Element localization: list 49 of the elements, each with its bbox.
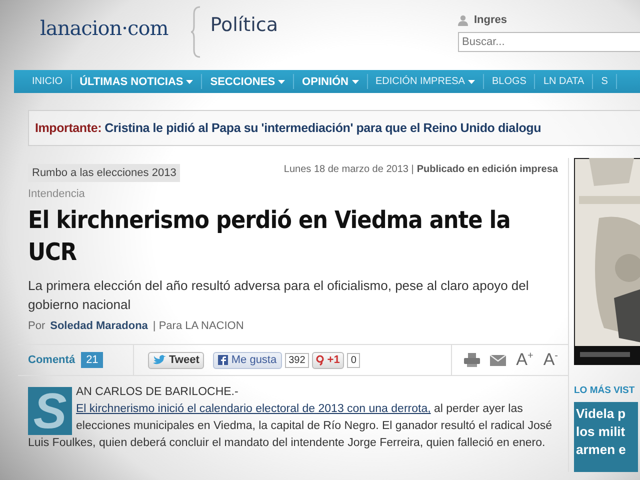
alert-label: Importante: — [35, 121, 102, 135]
comment-link[interactable]: Comentá — [28, 354, 76, 366]
nav-item[interactable]: S — [593, 74, 617, 89]
top-story-card[interactable]: Videla p los milit armen e — [574, 402, 638, 472]
author-link[interactable]: Soledad Maradona — [50, 320, 148, 332]
kicker: Intendencia — [27, 187, 86, 200]
byline-prefix: Por — [28, 320, 46, 332]
byline-source: | Para LA NACION — [152, 320, 244, 332]
bird-icon — [153, 355, 166, 365]
plus-one-button[interactable]: +1 — [312, 352, 344, 368]
mail-icon[interactable] — [490, 354, 506, 366]
nav-item[interactable]: OPINIÓN — [294, 74, 368, 89]
site-logo[interactable]: lanacion·com — [40, 16, 168, 40]
headline-link[interactable]: Cristina le pidió al Papa su 'intermediación' para que el Reino Unido dialogu — [104, 121, 542, 135]
article-link[interactable]: El kirchnerismo inició el calendario electoral de 2013 con una derrota, — [76, 403, 431, 415]
story-title-line: los milit — [576, 423, 626, 441]
comment-count[interactable]: 21 — [81, 352, 104, 368]
edition-text: Publicado en edición impresa — [416, 164, 558, 175]
font-increase-button[interactable]: A$^{+}$ — [516, 350, 534, 370]
f-logo-icon — [218, 355, 228, 365]
story-title-line: armen e — [576, 441, 627, 459]
g-logo-icon — [316, 354, 324, 366]
nav-item[interactable]: INICIO — [24, 74, 72, 89]
headline: El kirchnerismo perdió en Viedma ante la UCR — [28, 205, 512, 268]
story-title-line: Videla p — [576, 405, 627, 423]
section-title: Política — [210, 14, 278, 36]
drop-cap: S — [28, 387, 72, 435]
font-decrease-button[interactable]: A$^{-}$ — [543, 350, 558, 370]
like-count: 392 — [284, 352, 310, 368]
caret-icon — [186, 80, 194, 84]
nav-item[interactable]: ÚLTIMAS NOTICIAS — [72, 74, 202, 89]
login-link[interactable]: Ingres — [474, 14, 508, 26]
nav-item[interactable]: SECCIONES — [202, 74, 294, 89]
print-icon[interactable] — [464, 353, 480, 367]
user-icon — [458, 14, 468, 26]
tweet-button[interactable]: Tweet — [148, 352, 204, 368]
caret-icon — [352, 80, 358, 84]
most-viewed-title: LO MÁS VIST — [574, 385, 636, 396]
plus-one-count: 0 — [346, 352, 360, 368]
search-field[interactable]: Buscar... — [458, 32, 640, 52]
caret-icon — [278, 80, 286, 84]
date-text: Lunes 18 de marzo de 2013 | — [284, 164, 414, 175]
like-button[interactable]: Me gusta — [213, 352, 282, 368]
caret-icon — [468, 80, 475, 84]
nav-item[interactable]: EDICIÓN IMPRESA — [368, 74, 484, 89]
subheadline: La primera elección del año resultó adversa para el oficialismo, pese al claro apoyo del gobierno nacional — [28, 277, 530, 314]
nav-item[interactable]: BLOGS — [484, 74, 536, 89]
brace-icon — [190, 6, 202, 58]
nav-item[interactable]: LN DATA — [535, 74, 594, 89]
